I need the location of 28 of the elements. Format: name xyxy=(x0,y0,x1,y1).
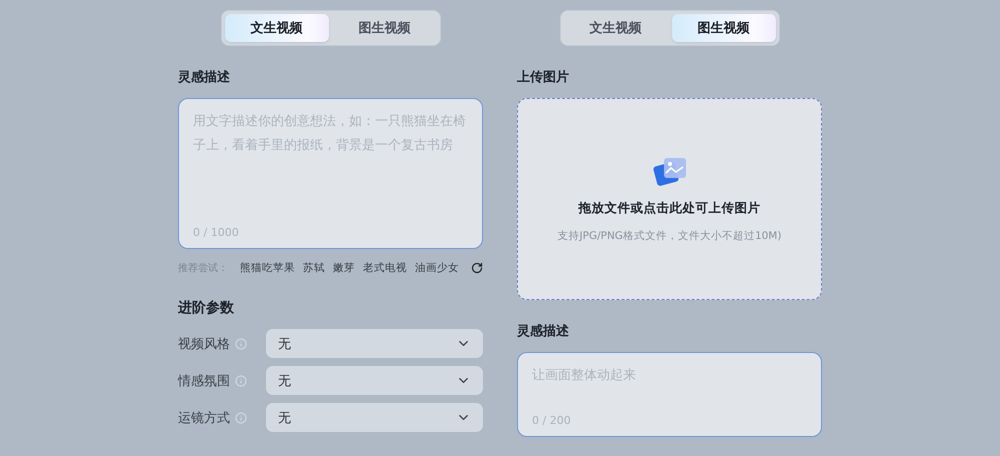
parameter-label: 情感氛围 xyxy=(178,372,230,390)
suggestion-link[interactable]: 嫩芽 xyxy=(333,261,355,275)
suggestion-label: 推荐尝试： xyxy=(178,262,228,275)
upload-area[interactable]: 拖放文件或点击此处可上传图片 支持JPG/PNG格式文件，文件大小不超过10M) xyxy=(517,98,822,300)
parameter-label: 运镜方式 xyxy=(178,410,230,426)
suggestion-link[interactable]: 熊猫吃苹果 xyxy=(240,261,295,275)
mode-tab[interactable]: 文生视频 xyxy=(564,14,668,42)
upload-title: 拖放文件或点击此处可上传图片 xyxy=(578,200,760,216)
suggestion-link[interactable]: 老式电视 xyxy=(363,261,407,275)
section-label: 灵感描述 xyxy=(517,323,570,340)
suggestion-link[interactable]: 油画少女 xyxy=(415,261,459,275)
section-label: 上传图片 xyxy=(517,69,570,86)
parameter-dropdown[interactable]: 无 xyxy=(266,329,483,358)
section-label: 灵感描述 xyxy=(178,69,231,86)
upload-hint: 支持JPG/PNG格式文件，文件大小不超过10M) xyxy=(558,228,782,242)
mode-tab[interactable]: 文生视频 xyxy=(224,14,328,42)
image-upload-icon xyxy=(652,156,688,188)
section-title: 进阶参数 xyxy=(178,299,235,317)
info-icon[interactable] xyxy=(235,338,247,350)
info-icon[interactable] xyxy=(235,374,247,386)
info-icon[interactable] xyxy=(235,412,247,424)
refresh-icon[interactable] xyxy=(471,262,483,274)
parameter-label: 视频风格 xyxy=(178,336,230,352)
mode-tab[interactable]: 图生视频 xyxy=(332,14,436,42)
suggestion-link[interactable]: 苏轼 xyxy=(303,261,325,275)
parameter-dropdown[interactable]: 无 xyxy=(266,366,483,395)
mode-tab[interactable]: 图生视频 xyxy=(672,14,776,42)
parameter-dropdown[interactable]: 无 xyxy=(266,403,483,432)
